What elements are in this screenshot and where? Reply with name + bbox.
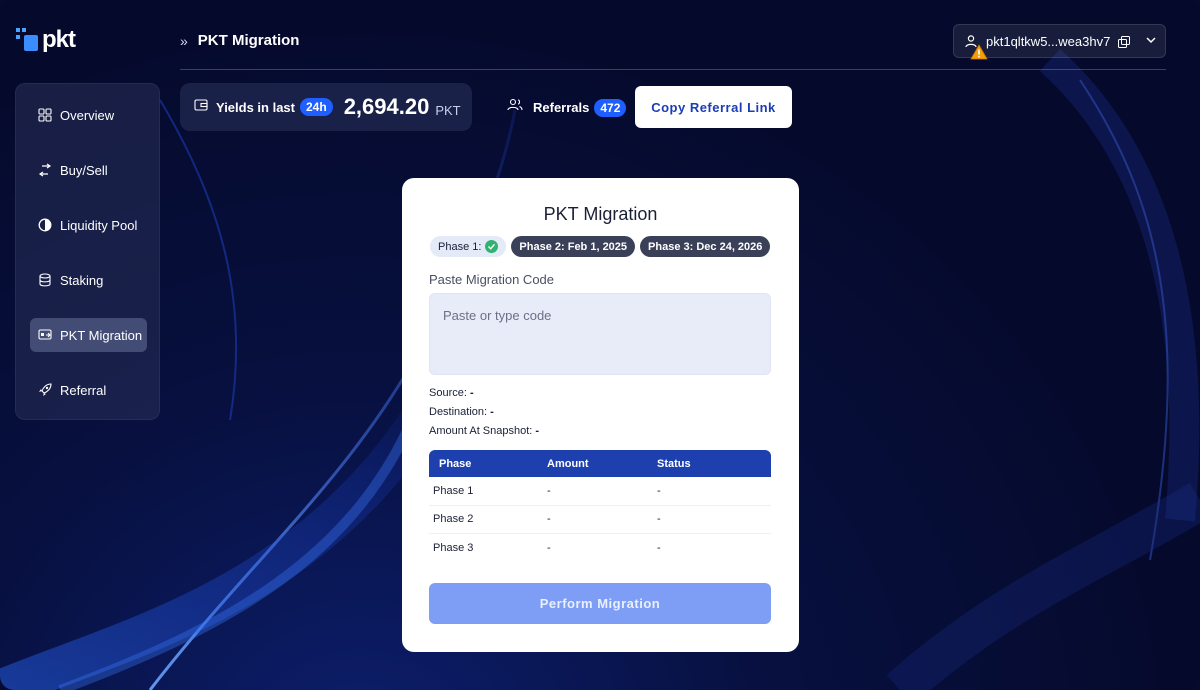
pie-chart-icon — [38, 218, 52, 232]
table-cell: - — [547, 513, 551, 526]
source-info: Source: - — [429, 387, 474, 399]
destination-value: - — [490, 406, 494, 418]
phase-label: Phase 3: Dec 24, 2026 — [648, 240, 763, 253]
sidebar-item-label: PKT Migration — [60, 327, 143, 343]
sidebar-item-liquidity-pool[interactable]: Liquidity Pool — [30, 208, 147, 242]
table-cell: - — [547, 542, 551, 555]
chevron-double-right-icon: » — [180, 32, 188, 49]
source-value: - — [469, 387, 474, 399]
header-divider — [180, 69, 1166, 70]
copy-icon[interactable] — [1118, 35, 1131, 48]
table-cell: - — [657, 513, 661, 526]
grid-icon — [38, 108, 52, 122]
swap-arrows-icon — [38, 163, 52, 177]
copy-referral-link-button[interactable]: Copy Referral Link — [635, 86, 792, 128]
phase-chips: Phase 1: Phase 2: Feb 1, 2025 Phase 3: D… — [430, 236, 771, 257]
sidebar-item-pkt-migration[interactable]: PKT Migration — [30, 318, 147, 352]
column-header: Phase — [439, 457, 472, 470]
logo-text: pkt — [42, 26, 76, 53]
phase-1-chip: Phase 1: — [430, 236, 507, 257]
sidebar-item-overview[interactable]: Overview — [30, 98, 147, 132]
database-icon — [38, 273, 52, 287]
migration-card: PKT Migration Phase 1: Phase 2: Feb 1, 2… — [402, 178, 799, 652]
table-cell: - — [657, 484, 661, 497]
perform-migration-button[interactable]: Perform Migration — [429, 583, 771, 624]
source-label: Source: — [429, 387, 467, 399]
sidebar-item-referral[interactable]: Referral — [30, 373, 147, 407]
referrals-count-badge: 472 — [594, 98, 627, 117]
phase-label: Phase 1: — [438, 240, 482, 253]
wallet-address: pkt1qltkw5...wea3hv7 — [986, 33, 1111, 49]
sidebar-item-label: Overview — [60, 107, 115, 123]
table-cell: - — [657, 542, 661, 555]
snapshot-label: Amount At Snapshot: — [429, 425, 533, 437]
breadcrumb: » PKT Migration — [180, 32, 299, 49]
destination-info: Destination: - — [429, 406, 494, 418]
table-header: Phase Amount Status — [429, 450, 771, 477]
pkt-logo-icon — [16, 28, 40, 52]
phase-3-chip: Phase 3: Dec 24, 2026 — [640, 236, 771, 257]
migrate-icon — [38, 328, 52, 342]
migration-code-label: Paste Migration Code — [429, 272, 555, 287]
table-cell: Phase 3 — [433, 542, 474, 555]
pkt-logo[interactable]: pkt — [16, 26, 76, 53]
rocket-icon — [38, 383, 52, 397]
sidebar-item-label: Staking — [60, 272, 104, 288]
snapshot-value: - — [535, 425, 540, 437]
referrals-stat: Referrals 472 — [507, 98, 627, 117]
migration-card-title: PKT Migration — [543, 204, 658, 224]
wallet-icon — [194, 98, 208, 117]
column-header: Status — [657, 457, 691, 470]
sidebar-item-label: Referral — [60, 382, 107, 398]
phase-label: Phase 2: Feb 1, 2025 — [519, 240, 628, 253]
sidebar-item-buy-sell[interactable]: Buy/Sell — [30, 153, 147, 187]
yields-panel: Yields in last 24h 2,694.20 PKT — [180, 83, 472, 131]
chevron-down-icon[interactable] — [1146, 36, 1156, 47]
table-row: Phase 1 - - — [429, 477, 771, 506]
sidebar-item-label: Buy/Sell — [60, 162, 108, 178]
yields-label: Yields in last — [216, 99, 295, 115]
migration-table: Phase Amount Status Phase 1 - - Phase 2 … — [429, 450, 771, 563]
table-cell: - — [547, 484, 551, 497]
yields-unit: PKT — [435, 102, 461, 118]
table-cell: Phase 1 — [433, 484, 474, 497]
sidebar-item-staking[interactable]: Staking — [30, 263, 147, 297]
migration-code-input[interactable] — [429, 293, 771, 375]
column-header: Amount — [547, 457, 589, 470]
phase-2-chip: Phase 2: Feb 1, 2025 — [511, 236, 636, 257]
sidebar-item-label: Liquidity Pool — [60, 217, 138, 233]
table-row: Phase 3 - - — [429, 534, 771, 563]
warning-icon — [970, 44, 988, 60]
app-window: pkt » PKT Migration pkt1qltkw5...wea3hv7… — [0, 0, 1200, 690]
yields-value: 2,694.20 — [343, 94, 430, 119]
destination-label: Destination: — [429, 406, 488, 418]
table-cell: Phase 2 — [433, 513, 474, 526]
sidebar: Overview Buy/Sell Liquidity Pool Staking… — [15, 83, 160, 420]
snapshot-info: Amount At Snapshot: - — [429, 425, 539, 437]
check-circle-icon — [485, 240, 499, 253]
referrals-label: Referrals — [533, 100, 590, 115]
users-icon — [507, 98, 523, 117]
page-title: PKT Migration — [197, 32, 300, 49]
table-row: Phase 2 - - — [429, 506, 771, 534]
yields-period-badge: 24h — [300, 98, 333, 116]
